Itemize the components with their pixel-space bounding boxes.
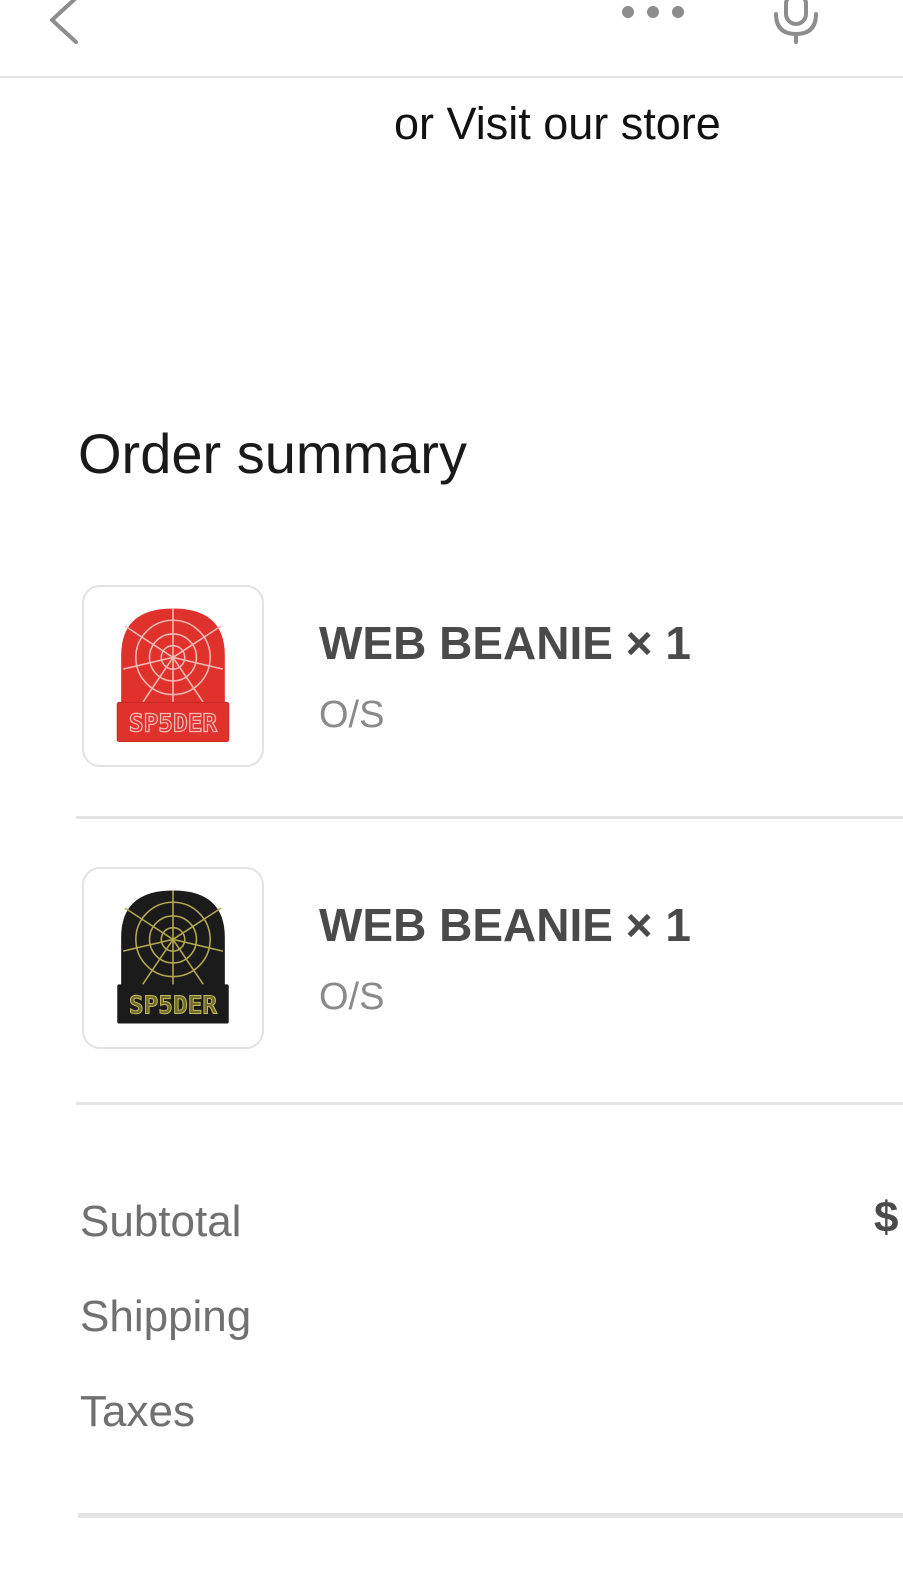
more-horizontal-icon[interactable] (618, 2, 688, 22)
visit-store-link[interactable]: or Visit our store (394, 98, 721, 150)
item-name: WEB BEANIE × 1 (319, 899, 691, 951)
line-item: SP5DER WEB BEANIE × 1 O/S (0, 867, 903, 1067)
divider (76, 816, 903, 819)
microphone-icon[interactable] (770, 0, 822, 44)
black-web-beanie-image[interactable]: SP5DER (82, 867, 264, 1049)
divider (76, 1102, 903, 1105)
item-variant: O/S (319, 976, 385, 1018)
item-variant: O/S (319, 694, 385, 736)
taxes-label: Taxes (80, 1387, 195, 1436)
top-navigation-bar (0, 0, 903, 78)
order-summary-title: Order summary (78, 422, 467, 485)
beanie-logo-text: SP5DER (129, 991, 218, 1020)
beanie-logo-text: SP5DER (129, 709, 218, 738)
line-item: SP5DER WEB BEANIE × 1 O/S (0, 585, 903, 785)
subtotal-label: Subtotal (80, 1197, 242, 1246)
divider (78, 1513, 903, 1518)
chevron-left-icon[interactable] (44, 0, 84, 46)
item-name: WEB BEANIE × 1 (319, 617, 691, 669)
red-web-beanie-image[interactable]: SP5DER (82, 585, 264, 767)
subtotal-value: $ (874, 1193, 899, 1242)
shipping-label: Shipping (80, 1292, 252, 1341)
